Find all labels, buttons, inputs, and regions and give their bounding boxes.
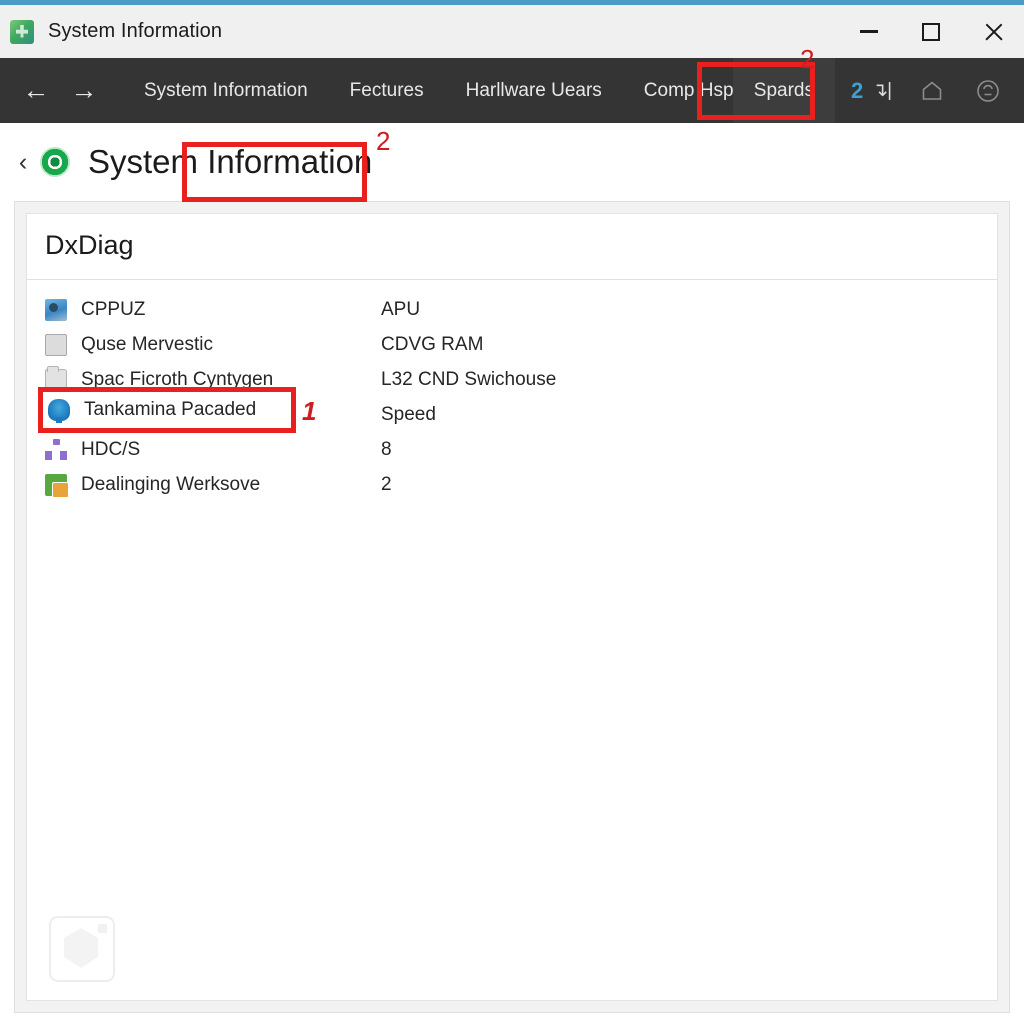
spec-list: CPPUZ APU Quse Mervestic CDVG RAM Spac F…	[27, 280, 997, 502]
table-row[interactable]: Dealinging Werksove 2	[27, 467, 997, 502]
toolbar-badge-count: 2	[851, 77, 864, 103]
close-icon	[983, 22, 1003, 42]
toolbar-item-comp-hsp[interactable]: Comp Hsp	[623, 58, 733, 123]
home-icon[interactable]	[904, 58, 960, 123]
system-information-window: System Information ← → System Informatio…	[0, 0, 1024, 1024]
dxdiag-card: DxDiag CPPUZ APU Quse Mervestic CDVG RAM…	[26, 213, 998, 1001]
window-controls	[838, 5, 1024, 58]
spec-value: 8	[381, 438, 392, 460]
minimize-icon	[860, 30, 878, 33]
spec-label: HDC/S	[81, 438, 141, 460]
system-information-icon	[10, 19, 34, 44]
close-button[interactable]	[962, 5, 1024, 58]
spec-label: CPPUZ	[81, 298, 146, 320]
back-chevron-icon[interactable]: ‹	[12, 148, 34, 177]
title-bar: System Information	[0, 5, 1024, 58]
toolbar-item-fectures[interactable]: Fectures	[329, 58, 445, 123]
minimize-button[interactable]	[838, 5, 900, 58]
square-icon	[45, 333, 67, 356]
window-title: System Information	[48, 20, 223, 42]
spec-label: Spac Ficroth Cyntygen	[81, 368, 274, 390]
toolbar-right-group	[904, 58, 1024, 123]
maximize-icon	[922, 22, 940, 41]
card-title: DxDiag	[45, 230, 134, 260]
table-row[interactable]: Quse Mervestic CDVG RAM	[27, 327, 997, 362]
green-target-icon	[40, 147, 70, 177]
toolbar-item-harllware-uears[interactable]: Harllware Uears	[445, 58, 623, 123]
forward-arrow-icon[interactable]: →	[60, 58, 108, 123]
spec-value: L32 CND Swichouse	[381, 368, 557, 390]
apps-icon	[45, 473, 69, 498]
placeholder-watermark-icon	[49, 916, 115, 982]
page-header: ‹ System Information	[0, 123, 1024, 201]
spec-value: APU	[381, 298, 421, 320]
page-title: System Information	[88, 143, 373, 180]
back-arrow-icon[interactable]: ←	[12, 58, 60, 123]
table-row[interactable]: CPPUZ APU	[27, 292, 997, 327]
annotation-1-row-content: Tankamina Pacaded	[48, 395, 384, 425]
network-icon	[45, 438, 67, 461]
table-row[interactable]: Spac Ficroth Cyntygen L32 CND Swichouse	[27, 362, 997, 397]
chip-icon	[48, 399, 70, 423]
spec-value: Speed	[381, 403, 436, 425]
toolbar-split-icon[interactable]: ↴|	[872, 79, 892, 102]
content-shell: DxDiag CPPUZ APU Quse Mervestic CDVG RAM…	[14, 201, 1010, 1013]
toolbar-item-spards[interactable]: Spards	[732, 58, 835, 123]
help-circle-icon[interactable]	[960, 58, 1016, 123]
spec-label: Dealinging Werksove	[81, 473, 261, 495]
navigation-toolbar: ← → System Information Fectures Harllwar…	[0, 58, 1024, 123]
spec-value: 2	[381, 473, 392, 495]
monitor-icon	[45, 298, 67, 321]
table-row[interactable]: HDC/S 8	[27, 432, 997, 467]
toolbar-item-system-information[interactable]: System Information	[123, 58, 329, 123]
spec-label: Quse Mervestic	[81, 333, 213, 355]
maximize-button[interactable]	[900, 5, 962, 58]
folder-icon	[45, 365, 67, 391]
spec-label: Tankamina Pacaded	[84, 399, 257, 420]
spec-value: CDVG RAM	[381, 333, 484, 355]
